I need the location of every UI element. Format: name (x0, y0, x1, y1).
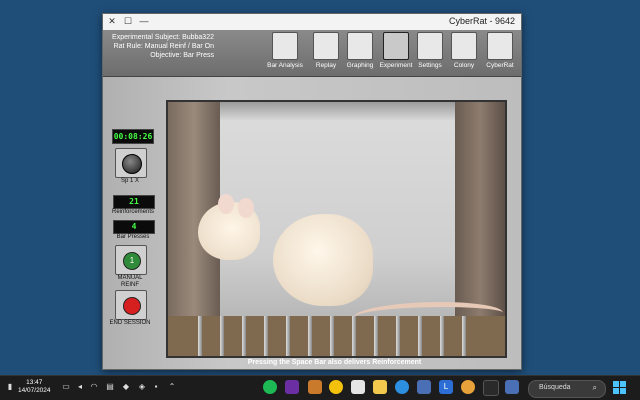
floor-bar (264, 316, 268, 356)
floor-bar (308, 316, 312, 356)
settings-icon (417, 32, 443, 60)
tool-replay[interactable]: Replay (311, 32, 341, 74)
colony-icon (451, 32, 477, 60)
session-timer: 00:08:26 (112, 129, 154, 144)
close-button[interactable]: ✕ (105, 15, 119, 28)
reinforcements-counter: 21 (113, 195, 155, 209)
speed-knob[interactable] (115, 148, 147, 178)
cage-ceiling (220, 102, 455, 120)
terminal-icon[interactable] (483, 380, 499, 396)
chevron-up-icon[interactable]: ⌃ (166, 381, 178, 393)
graphing-icon (347, 32, 373, 60)
clock[interactable]: 13:47 14/07/2024 (18, 379, 51, 395)
app-tray-icon[interactable]: ◆ (120, 381, 132, 393)
bar-presses-counter: 4 (113, 220, 155, 234)
letter-app-icon[interactable]: L (439, 380, 453, 394)
tool-colony[interactable]: Colony (449, 32, 479, 74)
rat-video (166, 100, 507, 358)
control-panel: 00:08:26 Sp 1 X 21 Reinforcements 4 Bar … (103, 77, 521, 369)
rat-ear (238, 198, 254, 218)
floor-bar (330, 316, 334, 356)
floor-bar (198, 316, 202, 356)
toolbar: Experimental Subject: Bubba322 Rat Rule:… (103, 30, 521, 77)
floor-bar (220, 316, 224, 356)
volume-icon[interactable]: ◂ (74, 381, 86, 393)
tool-cyberrat[interactable]: CyberRat (483, 32, 517, 74)
experiment-icon (383, 32, 409, 60)
tool-experiment[interactable]: Experiment (379, 32, 413, 74)
title-bar: ✕ ☐ — CyberRat - 9642 (103, 14, 521, 31)
window-title: CyberRat - 9642 (448, 16, 515, 26)
tool-label: Replay (315, 62, 337, 69)
manual-label-line: MANUAL (117, 275, 143, 281)
start-button[interactable] (613, 381, 627, 395)
speed-label: Sp 1 X (120, 178, 139, 184)
rat-body (273, 214, 373, 306)
minimize-button[interactable]: — (137, 15, 151, 28)
search-icon: ⌕ (592, 383, 597, 392)
tool-label: Colony (453, 62, 475, 69)
tool-label: Graphing (346, 62, 374, 69)
tool-label: Settings (418, 62, 442, 69)
rule-line: Rat Rule: Manual Reinf / Bar On (113, 43, 214, 50)
tool-label: Bar Analysis (267, 62, 303, 69)
rat-tail (353, 302, 503, 329)
battery-icon[interactable]: ▭ (60, 381, 72, 393)
edge-icon[interactable] (395, 380, 409, 394)
chrome-icon[interactable] (329, 380, 343, 394)
floor-bar (286, 316, 290, 356)
floor-bar (242, 316, 246, 356)
end-session-label: END SESSION (109, 320, 151, 326)
clock-date: 14/07/2024 (18, 387, 51, 394)
pinned-app-icon[interactable] (505, 380, 519, 394)
bar-analysis-icon (272, 32, 298, 60)
tool-label: CyberRat (486, 62, 514, 69)
replay-icon (313, 32, 339, 60)
video-caption: Pressing the Space Bar also delivers Rei… (247, 359, 422, 366)
reinf-label-line: REINF (121, 282, 139, 288)
clock-time: 13:47 (26, 379, 43, 386)
subject-info: Experimental Subject: Bubba322 Rat Rule:… (106, 33, 214, 60)
calendar-icon[interactable] (351, 380, 365, 394)
tool-bar-analysis[interactable]: Bar Analysis (265, 32, 305, 74)
cyberrat-icon (487, 32, 513, 60)
search-placeholder: Búsqueda (539, 384, 571, 391)
wifi-icon[interactable]: ◠ (88, 381, 100, 393)
subject-line: Experimental Subject: Bubba322 (112, 34, 214, 41)
store-icon[interactable] (417, 380, 431, 394)
knob-icon (122, 154, 142, 174)
reinforcements-label: Reinforcements (111, 209, 155, 215)
tray-app-icon[interactable]: ▪ (150, 381, 162, 393)
firefox-icon[interactable] (461, 380, 475, 394)
tool-settings[interactable]: Settings (415, 32, 445, 74)
bar-presses-label: Bar Presses (116, 234, 150, 240)
end-session-icon (123, 297, 141, 315)
taskbar: ▮ 13:47 14/07/2024 ▭ ◂ ◠ ▤ ◆ ◈ ▪ ⌃ L Bús… (0, 375, 640, 400)
tool-graphing[interactable]: Graphing (343, 32, 377, 74)
cyberrat-window: ✕ ☐ — CyberRat - 9642 Experimental Subje… (102, 13, 522, 370)
rat-ear (218, 194, 234, 214)
manual-reinf-button[interactable]: 1 (115, 245, 147, 275)
file-explorer-icon[interactable] (373, 380, 387, 394)
manual-reinf-label: MANUAL REINF (105, 275, 155, 289)
network-icon[interactable]: ▤ (104, 381, 116, 393)
taskbar-search[interactable]: Búsqueda ⌕ (528, 380, 606, 398)
maximize-button[interactable]: ☐ (121, 15, 135, 28)
notification-icon[interactable]: ▮ (4, 381, 16, 393)
manual-reinf-icon: 1 (123, 252, 141, 270)
security-icon[interactable]: ◈ (136, 381, 148, 393)
objective-line: Objective: Bar Press (150, 52, 214, 59)
spotify-icon[interactable] (263, 380, 277, 394)
tool-label: Experiment (379, 62, 413, 69)
app-icon-2[interactable] (308, 380, 322, 394)
app-icon[interactable] (285, 380, 299, 394)
end-session-button[interactable] (115, 290, 147, 320)
